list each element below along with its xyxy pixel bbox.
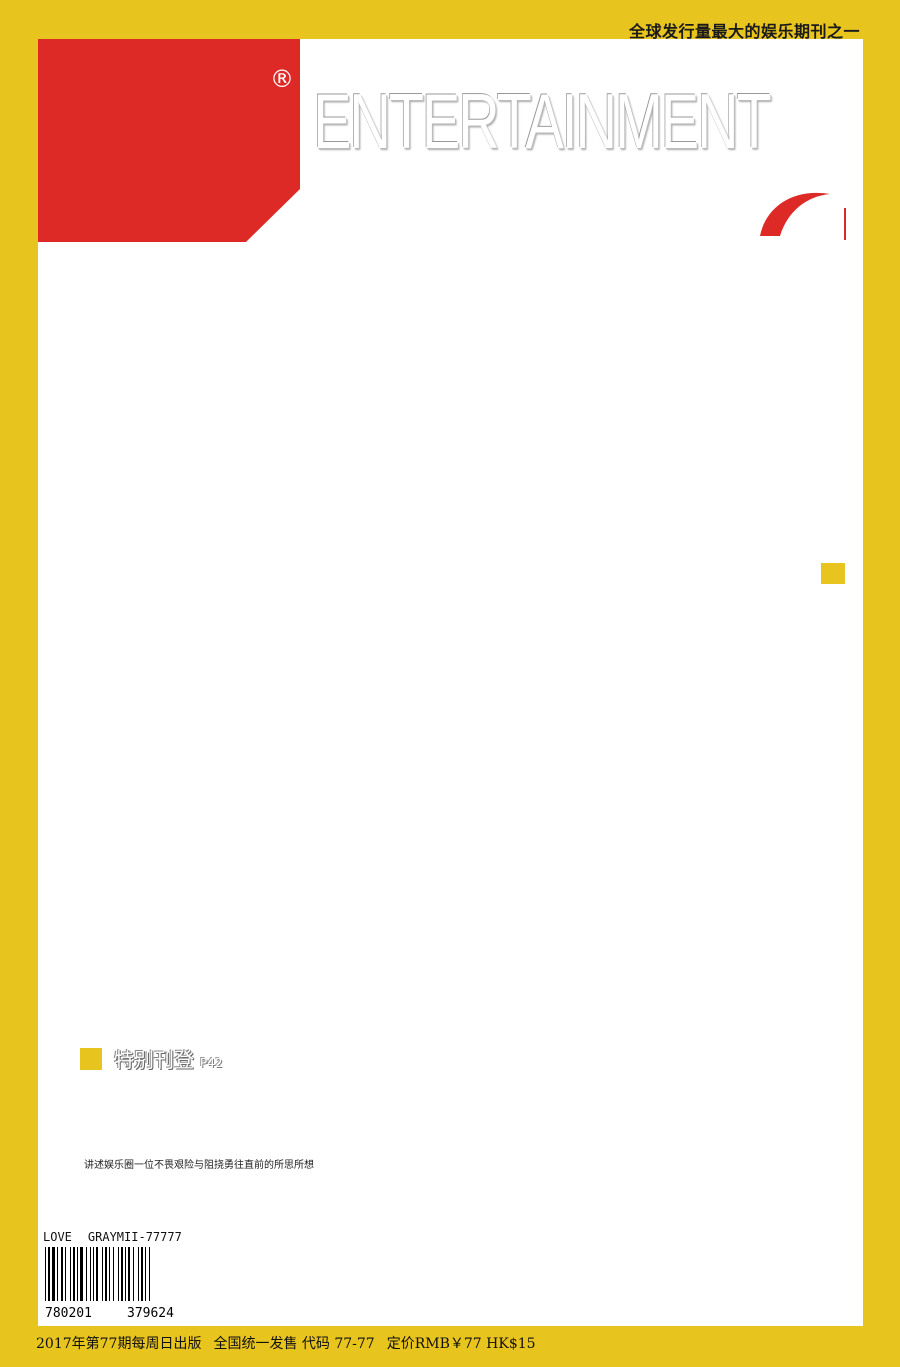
- feature-page-number: P42: [200, 1055, 223, 1070]
- feature-callout: 特别刊登 P42: [80, 1044, 223, 1073]
- feature-marker-square: [80, 1047, 102, 1070]
- feature-description: 讲述娱乐圈一位不畏艰险与阻挠勇往直前的所思所想: [84, 1160, 314, 1171]
- issue-info: 2017年第77期每周日出版: [36, 1336, 202, 1352]
- distribution-info: 全国统一发售 代码 77-77: [213, 1336, 375, 1352]
- barcode-number-left: 780201: [45, 1306, 92, 1319]
- barcode-label-left: LOVE: [43, 1230, 72, 1244]
- registered-mark: ®: [270, 65, 294, 93]
- barcode-header: LOVE GRAYMII-77777: [43, 1230, 213, 1244]
- barcode-image: 780201 379624: [45, 1247, 174, 1319]
- cover-panel: ® ENTERTAINMENT 特别刊登 P42 讲述娱乐圈一位不畏艰险与阻挠勇…: [38, 39, 863, 1326]
- masthead-title: ENTERTAINMENT: [313, 77, 772, 165]
- publication-info: 2017年第77期每周日出版 全国统一发售 代码 77-77 定价RMB￥77 HK…: [36, 1333, 548, 1353]
- barcode-number-right: 379624: [127, 1306, 174, 1319]
- yellow-marker-square: [821, 563, 845, 584]
- price-info: 定价RMB￥77 HK$15: [386, 1336, 536, 1352]
- ghost-subline: [648, 563, 818, 583]
- barcode-block: LOVE GRAYMII-77777 780201 379624: [43, 1230, 213, 1319]
- ghost-headline-1: [678, 457, 848, 489]
- red-corner-block: [38, 39, 300, 242]
- feature-label: 特别刊登: [114, 1048, 194, 1072]
- red-swoosh-logo: [760, 192, 846, 240]
- barcode-label-right: GRAYMII-77777: [87, 1230, 182, 1244]
- ghost-headline-2: [658, 491, 848, 517]
